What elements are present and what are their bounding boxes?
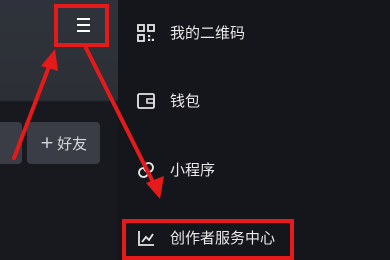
annotation-arrows: [12, 46, 164, 199]
arrow-down-head: [146, 176, 164, 199]
arrow-up-head: [41, 49, 58, 71]
arrow-down-line: [84, 46, 156, 186]
arrow-up-line: [12, 62, 52, 160]
